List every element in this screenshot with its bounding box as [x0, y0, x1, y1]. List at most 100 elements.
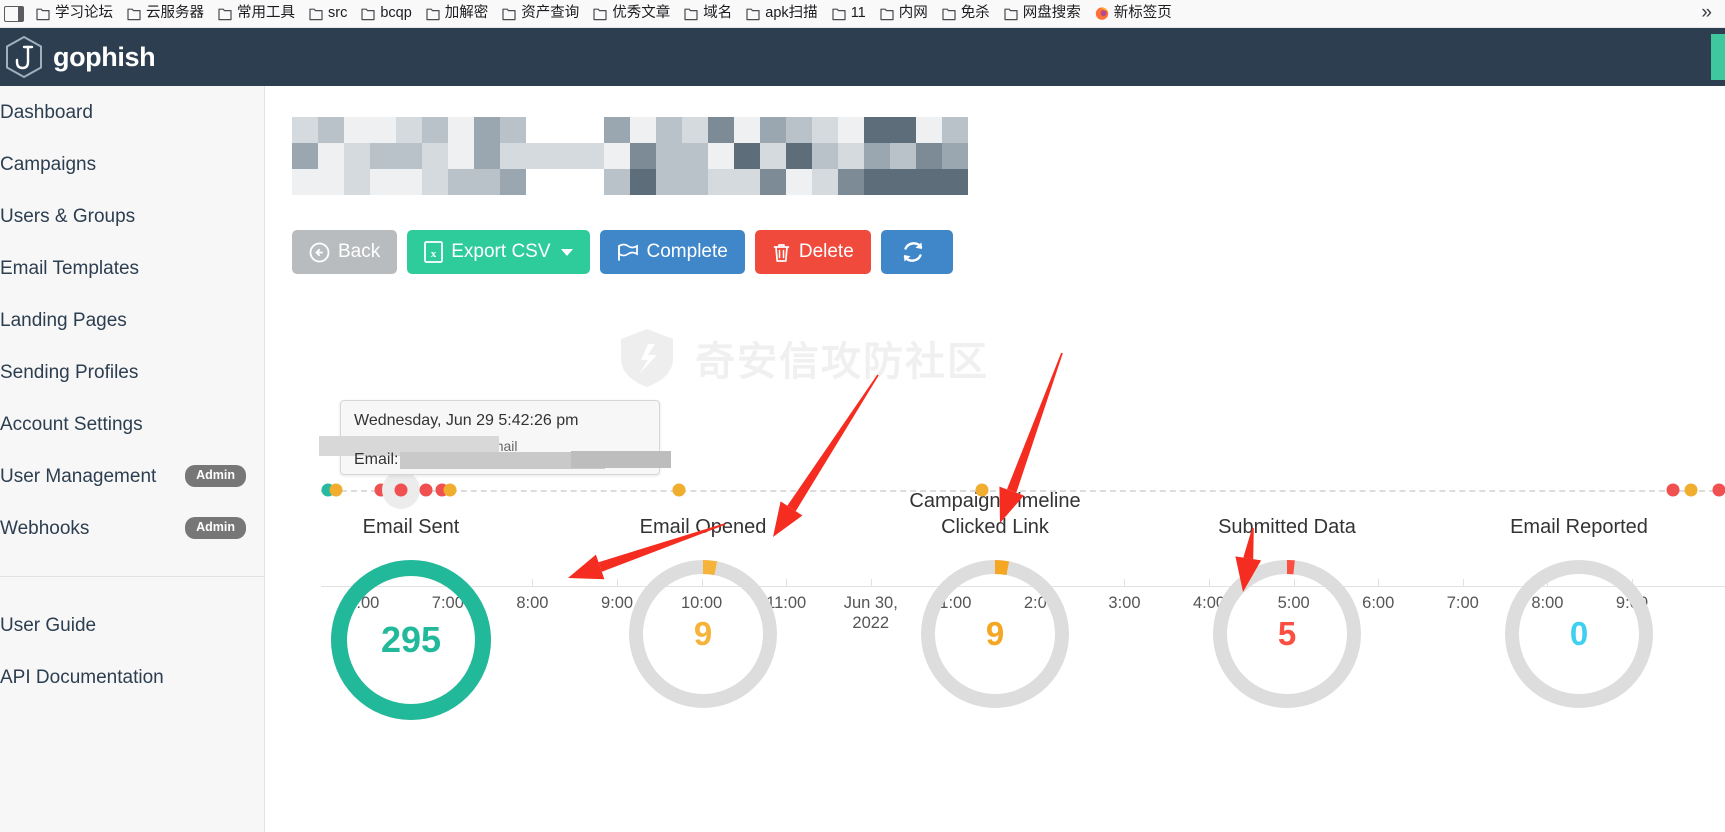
sidebar-item-user-guide[interactable]: User Guide: [0, 599, 264, 651]
bookmark-item[interactable]: 免杀: [935, 4, 997, 23]
bookmark-item[interactable]: bcqp: [354, 4, 418, 23]
redaction-block: [760, 143, 786, 169]
bookmark-item[interactable]: 新标签页: [1088, 4, 1179, 23]
redaction-block: [422, 169, 448, 195]
refresh-icon: [903, 242, 922, 262]
redaction-block: [604, 169, 630, 195]
sidebar-toggle-icon[interactable]: [4, 5, 24, 22]
redaction-block: [526, 143, 552, 169]
bookmark-label: 网盘搜索: [1022, 5, 1081, 22]
timeline-event-dot[interactable]: [975, 483, 989, 497]
bookmark-label: apk扫描: [765, 5, 818, 22]
bookmark-item[interactable]: 11: [825, 4, 873, 23]
submitted-data-label: Submitted Data: [1218, 516, 1356, 538]
redaction-block: [916, 169, 942, 195]
folder-icon: [502, 6, 516, 21]
redaction-block: [500, 169, 526, 195]
bookmark-item[interactable]: 域名: [677, 4, 739, 23]
gophish-hook-logo-icon: [6, 35, 42, 79]
bookmark-label: 学习论坛: [55, 5, 113, 22]
bookmark-item[interactable]: apk扫描: [739, 4, 824, 23]
redaction-block: [864, 117, 890, 143]
redaction-block: [578, 117, 604, 143]
timeline-event-dot[interactable]: [672, 483, 686, 497]
submitted-data-ring: 5: [1213, 560, 1361, 708]
folder-icon: [593, 6, 607, 21]
redaction-block: [786, 117, 812, 143]
timeline-event-dot[interactable]: [1684, 483, 1698, 497]
sidebar-item-account-settings[interactable]: Account Settings: [0, 398, 264, 450]
brand-home-link[interactable]: gophish: [0, 35, 156, 79]
redaction-block: [344, 169, 370, 195]
watermark: 奇安信攻防社区: [615, 326, 989, 390]
bookmark-label: 内网: [898, 5, 928, 22]
bookmarks-list: 学习论坛 云服务器 常用工具 src bcqp 加解密 资产查询 优秀文章 域名 apk扫描 11 内…: [29, 4, 1179, 23]
redaction-block: [864, 143, 890, 169]
sidebar-item-label: Sending Profiles: [0, 361, 139, 383]
bookmark-label: 加解密: [444, 5, 489, 22]
bookmark-item[interactable]: 学习论坛: [29, 4, 120, 23]
sidebar-item-api-documentation[interactable]: API Documentation: [0, 651, 264, 703]
admin-badge: Admin: [185, 517, 246, 539]
bookmark-label: 资产查询: [521, 5, 580, 22]
bookmark-item[interactable]: 网盘搜索: [997, 4, 1088, 23]
folder-icon: [426, 6, 440, 21]
clicked-link-ring: 9: [921, 560, 1069, 708]
sidebar-item-user-management[interactable]: User Management Admin: [0, 450, 264, 502]
timeline-event-dot[interactable]: [394, 483, 408, 497]
email-opened-label: Email Opened: [639, 516, 767, 538]
sidebar-item-label: User Management: [0, 465, 157, 487]
bookmark-item[interactable]: 内网: [873, 4, 935, 23]
email-reported-value: 0: [1569, 615, 1589, 652]
timeline-tooltip: Wednesday, Jun 29 5:42:26 pm Email Email…: [319, 400, 671, 475]
page-title: Results fo: [292, 101, 992, 195]
redaction-block: [708, 117, 734, 143]
timeline-event-dot[interactable]: [1666, 483, 1680, 497]
bookmark-item[interactable]: 资产查询: [495, 4, 586, 23]
sidebar-item-label: Email Templates: [0, 257, 140, 279]
redaction-block: [942, 169, 968, 195]
bookmark-item[interactable]: 加解密: [419, 4, 496, 23]
timeline-event-dot[interactable]: [419, 483, 433, 497]
redaction-block: [708, 143, 734, 169]
sidebar-item-email-templates[interactable]: Email Templates: [0, 242, 264, 294]
redaction-block: [526, 169, 552, 195]
sidebar-item-landing-pages[interactable]: Landing Pages: [0, 294, 264, 346]
redaction-block: [474, 143, 500, 169]
timeline-baseline: [321, 490, 1725, 492]
sidebar-item-webhooks[interactable]: Webhooks Admin: [0, 502, 264, 554]
redaction-block: [630, 169, 656, 195]
bookmark-item[interactable]: 常用工具: [211, 4, 302, 23]
timeline-event-dot[interactable]: [329, 483, 343, 497]
bookmark-label: 免杀: [960, 5, 990, 22]
clicked-link-label: Clicked Link: [941, 516, 1049, 538]
redaction-block: [578, 169, 604, 195]
redaction-block: [734, 143, 760, 169]
bookmark-item[interactable]: 优秀文章: [586, 4, 677, 23]
chevron-down-icon: [560, 248, 573, 256]
email-sent-value: 295: [380, 619, 442, 660]
bookmark-item[interactable]: 云服务器: [120, 4, 211, 23]
redaction-block: [318, 117, 344, 143]
bookmark-item[interactable]: src: [302, 4, 354, 23]
redaction-block: [812, 169, 838, 195]
sidebar-item-campaigns[interactable]: Campaigns: [0, 138, 264, 190]
sidebar-item-users-groups[interactable]: Users & Groups: [0, 190, 264, 242]
sidebar-item-dashboard[interactable]: Dashboard: [0, 86, 264, 138]
redaction-block: [422, 143, 448, 169]
email-reported-label: Email Reported: [1510, 516, 1648, 538]
sidebar-item-label: Users & Groups: [0, 205, 136, 227]
folder-icon: [832, 6, 846, 21]
timeline-event-dot[interactable]: [443, 483, 457, 497]
redaction-block: [630, 143, 656, 169]
timeline-event-dot[interactable]: [1712, 483, 1725, 497]
bookmarks-overflow-button[interactable]: »: [1692, 3, 1721, 25]
redaction-block: [838, 169, 864, 195]
sidebar-footer-list: User Guide API Documentation: [0, 599, 264, 703]
sidebar-item-sending-profiles[interactable]: Sending Profiles: [0, 346, 264, 398]
email-sent-ring: 295: [331, 560, 491, 720]
redaction-block: [630, 117, 656, 143]
bookmark-label: 云服务器: [146, 5, 204, 22]
bookmark-label: bcqp: [380, 5, 412, 22]
email-opened-ring: 9: [629, 560, 777, 708]
